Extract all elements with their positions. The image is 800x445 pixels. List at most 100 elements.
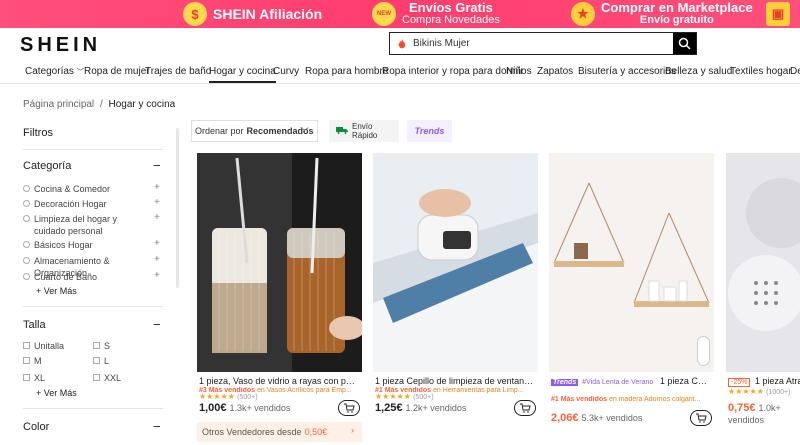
other-sellers-bar[interactable]: Otros Vendedores desde 0,50€ › (197, 422, 362, 442)
search-input[interactable] (410, 33, 673, 54)
sold-count: 5.3k+ vendidos (581, 413, 643, 423)
radio-icon (23, 200, 30, 207)
nav-ropa-hombre[interactable]: Ropa para hombre (305, 66, 388, 77)
trending-fire-icon (394, 33, 410, 54)
product-price: 1,00€ 1.3k+ vendidos (199, 402, 291, 414)
marketplace-title: Comprar en Marketplace (601, 0, 753, 15)
nav-ropa-interior[interactable]: Ropa interior y ropa para dormir (382, 66, 524, 77)
divider (23, 306, 163, 307)
expand-plus-icon[interactable]: + (154, 270, 160, 281)
product-title[interactable]: 1 pieza, Vaso de vidrio a rayas con paji… (199, 376, 359, 386)
nav-ninos[interactable]: Niños (506, 66, 532, 77)
expand-plus-icon[interactable]: + (154, 238, 160, 249)
checkbox-icon (23, 374, 30, 381)
expand-plus-icon[interactable]: + (154, 197, 160, 208)
nav-more[interactable]: De (790, 66, 800, 77)
sort-dropdown[interactable]: Ordenar por Recomendados ﹀ (191, 120, 318, 142)
product-card[interactable]: 1 pieza Cepillo de limpieza de ventanas … (373, 153, 538, 445)
nav-belleza[interactable]: Belleza y salud (665, 66, 732, 77)
category-item[interactable]: Decoración Hogar + (23, 197, 163, 210)
add-to-cart-button[interactable] (690, 410, 712, 426)
collapse-category-icon[interactable]: − (153, 158, 161, 173)
radio-icon (23, 257, 30, 264)
product-title[interactable]: 1 pieza Cepillo de limpieza de ventanas … (375, 376, 535, 386)
breadcrumb-current: Hogar y cocina (108, 99, 176, 110)
trend-badge: Trends (551, 379, 579, 386)
checkbox-icon (93, 357, 100, 364)
nav-zapatos[interactable]: Zapatos (537, 66, 573, 77)
free-shipping-promo[interactable]: NEW Envíos Gratis Compra Novedades (372, 0, 500, 28)
color-section-title[interactable]: Color (23, 421, 49, 433)
expand-plus-icon[interactable]: + (154, 182, 160, 193)
product-card[interactable]: -25% 1 pieza Atrapa ★★★★★ (1000+) 0,75€1… (726, 153, 800, 445)
size-section-title[interactable]: Talla (23, 319, 46, 331)
cart-icon (519, 403, 531, 413)
add-to-cart-button[interactable] (514, 400, 536, 416)
collapse-size-icon[interactable]: − (153, 317, 161, 332)
nav-textiles[interactable]: Textiles hogar (730, 66, 792, 77)
category-item[interactable]: Limpieza del hogar y cuidado personal + (23, 212, 163, 237)
site-header: SHEIN (0, 28, 800, 62)
nav-hogar-cocina[interactable]: Hogar y cocina (209, 66, 276, 83)
free-shipping-sub: Compra Novedades (402, 14, 500, 26)
quick-shipping-filter[interactable]: Envío Rápido (329, 120, 399, 142)
radio-icon (23, 273, 30, 280)
category-nav: Categorías ﹀ Ropa de mujer Trajes de bañ… (0, 62, 800, 84)
pin-button[interactable] (697, 336, 710, 366)
nav-ropa-mujer[interactable]: Ropa de mujer (84, 66, 150, 77)
product-image[interactable] (373, 153, 538, 372)
add-to-cart-button[interactable] (338, 400, 360, 416)
product-image[interactable] (726, 153, 800, 372)
product-rating: ★★★★★ (1000+) (728, 387, 791, 396)
size-ver-mas-link[interactable]: + Ver Más (36, 388, 77, 398)
product-price: 0,75€ 1.0k+ vendidos (728, 402, 781, 425)
product-rating: ★★★★★ (500+) (375, 392, 434, 401)
truck-icon (336, 126, 348, 137)
nav-curvy[interactable]: Curvy (273, 66, 299, 77)
radio-icon (23, 241, 30, 248)
radio-icon (23, 185, 30, 192)
shein-logo[interactable]: SHEIN (20, 34, 101, 57)
chevron-down-icon: ﹀ (76, 69, 84, 76)
nav-trajes-bano[interactable]: Trajes de baño (145, 66, 211, 77)
radio-icon (23, 215, 30, 222)
product-title[interactable]: Trends #Vida Lenta de Verano 1 pieza Colg… (551, 376, 711, 386)
breadcrumb: Página principal / Hogar y cocina (23, 99, 175, 110)
checkbox-icon (23, 357, 30, 364)
affiliate-promo[interactable]: $ SHEIN Afiliación (183, 0, 322, 28)
cart-icon (695, 413, 707, 423)
divider (23, 408, 163, 409)
extra-promo[interactable]: ▣ (766, 0, 796, 28)
discount-badge: -25% (728, 378, 751, 387)
collapse-color-icon[interactable]: − (153, 419, 161, 434)
expand-plus-icon[interactable]: + (154, 212, 160, 223)
product-title[interactable]: -25% 1 pieza Atrapa (728, 376, 800, 387)
category-item[interactable]: Cocina & Comedor + (23, 182, 163, 195)
search-button[interactable] (673, 33, 696, 54)
category-item[interactable]: Almacenamiento & Organización + (23, 254, 163, 278)
sold-count: 1.2k+ vendidos (405, 403, 467, 413)
nav-categorias[interactable]: Categorías ﹀ (25, 66, 84, 77)
trends-filter[interactable]: Trends (407, 120, 452, 142)
product-image[interactable] (549, 153, 714, 372)
category-item[interactable]: Básicos Hogar + (23, 238, 163, 251)
money-icon: $ (183, 2, 207, 26)
free-shipping-title: Envíos Gratis (409, 0, 493, 15)
product-image[interactable] (197, 153, 362, 372)
product-card[interactable]: Trends #Vida Lenta de Verano 1 pieza Colg… (549, 153, 714, 445)
marketplace-promo[interactable]: ★ Comprar en Marketplace Envío gratuito (571, 0, 753, 28)
category-item[interactable]: Cuarto de Baño + (23, 270, 163, 283)
sidebar-scrollbar[interactable] (176, 128, 179, 288)
search-icon (678, 37, 691, 50)
category-ver-mas-link[interactable]: + Ver Más (36, 286, 77, 296)
expand-plus-icon[interactable]: + (154, 254, 160, 265)
nav-bisuteria[interactable]: Bisutería y accesorios (578, 66, 676, 77)
affiliate-label: SHEIN Afiliación (213, 6, 323, 22)
cart-icon (343, 403, 355, 413)
sold-count: 1.3k+ vendidos (229, 403, 291, 413)
breadcrumb-home[interactable]: Página principal (23, 99, 94, 110)
chevron-right-icon: › (351, 425, 354, 435)
chevron-down-icon: ﹀ (299, 127, 309, 137)
category-section-title[interactable]: Categoría (23, 160, 71, 172)
product-card[interactable]: 1 pieza, Vaso de vidrio a rayas con paji… (197, 153, 362, 445)
